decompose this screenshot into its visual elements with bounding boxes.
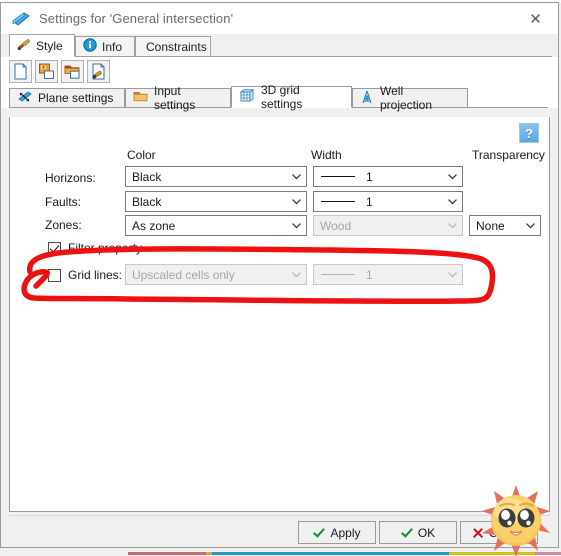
- grid-lines-mode-combo: Upscaled cells only: [125, 264, 307, 285]
- folder-icon: [133, 90, 148, 106]
- grid-cube-icon: [239, 88, 255, 106]
- horizons-width-combo[interactable]: 1: [313, 166, 463, 187]
- grid-lines-label: Grid lines:: [68, 268, 123, 282]
- tab-well-projection-label: Well projection: [380, 84, 433, 112]
- tab-3d-grid-settings[interactable]: 3D grid settings: [231, 83, 352, 111]
- grid-lines-mode-value: Upscaled cells only: [132, 267, 235, 282]
- screenshot-root: Settings for 'General intersection' ✕ St…: [0, 0, 561, 556]
- chevron-down-icon: [287, 216, 306, 235]
- tab-input-settings-label: Input settings: [154, 84, 196, 112]
- tab-constraints-label: Constraints: [146, 39, 207, 54]
- close-icon[interactable]: ✕: [513, 3, 558, 34]
- tab-plane-settings-label: Plane settings: [38, 91, 114, 105]
- plane-arrow-icon: [17, 90, 32, 107]
- check-icon: [401, 527, 412, 538]
- zones-width-value: Wood: [320, 218, 352, 233]
- info-icon: [83, 38, 97, 55]
- tab-3d-grid-settings-label: 3D grid settings: [261, 83, 303, 111]
- tab-well-projection[interactable]: Well projection: [352, 84, 468, 112]
- row-label-zones: Zones:: [45, 218, 82, 232]
- column-header-color: Color: [127, 148, 156, 162]
- help-button[interactable]: ?: [519, 123, 539, 143]
- apply-button-label: Apply: [330, 525, 361, 540]
- faults-color-combo[interactable]: Black: [125, 191, 307, 212]
- settings-dialog-window: Settings for 'General intersection' ✕ St…: [0, 2, 559, 548]
- row-label-faults: Faults:: [45, 195, 82, 209]
- grid-lines-checkbox-row[interactable]: Grid lines:: [48, 268, 122, 282]
- strip-segment: [449, 552, 535, 555]
- faults-width-value: 1: [366, 194, 373, 209]
- zones-transparency-value: None: [476, 218, 505, 233]
- plane-icon: [11, 9, 31, 29]
- zones-color-combo[interactable]: As zone: [125, 215, 307, 236]
- toolbar: [1, 57, 558, 86]
- derrick-icon: [360, 90, 374, 107]
- apply-button[interactable]: Apply: [298, 521, 376, 544]
- tab-style[interactable]: Style: [9, 34, 75, 57]
- filter-property-label: Filter property: [68, 241, 143, 255]
- chevron-down-icon: [287, 265, 306, 284]
- row-label-horizons: Horizons:: [45, 171, 96, 185]
- footer-divider: [9, 515, 550, 516]
- check-icon: [313, 527, 324, 538]
- line-width-preview: [321, 176, 355, 177]
- tab-info-label: Info: [102, 39, 123, 54]
- save-as-button[interactable]: [35, 60, 58, 83]
- grid-lines-width-value: 1: [366, 267, 373, 282]
- brush-icon: [17, 37, 31, 54]
- save-as-icon: [39, 63, 54, 79]
- chevron-down-icon: [287, 192, 306, 211]
- faults-width-combo[interactable]: 1: [313, 191, 463, 212]
- new-document-button[interactable]: [9, 60, 32, 83]
- zones-width-combo: Wood: [313, 215, 463, 236]
- zones-color-value: As zone: [132, 218, 176, 233]
- horizons-width-value: 1: [366, 169, 373, 184]
- line-width-preview: [321, 201, 355, 202]
- horizons-color-combo[interactable]: Black: [125, 166, 307, 187]
- paint-brush-document-icon: [92, 63, 105, 80]
- chevron-down-icon: [443, 216, 462, 235]
- inner-tab-strip: Plane settings Input settings 3D grid se…: [1, 83, 558, 112]
- open-folder-button[interactable]: [61, 60, 84, 83]
- background-bottom-strip: [0, 548, 561, 556]
- line-width-preview: [321, 274, 355, 275]
- tab-plane-settings[interactable]: Plane settings: [9, 88, 125, 108]
- ok-button[interactable]: OK: [379, 521, 457, 544]
- zones-transparency-combo[interactable]: None: [469, 215, 541, 236]
- cancel-button[interactable]: Cancel: [460, 521, 538, 544]
- filter-property-checkbox[interactable]: [48, 241, 61, 255]
- edit-style-button[interactable]: [87, 60, 110, 83]
- open-folder-icon: [64, 65, 80, 79]
- tab-info[interactable]: Info: [75, 36, 135, 57]
- 3d-grid-settings-panel: ? Color Width Transparency Horizons: Bla…: [9, 117, 550, 512]
- chevron-down-icon: [287, 167, 306, 186]
- tab-input-settings[interactable]: Input settings: [125, 84, 231, 112]
- grid-lines-checkbox[interactable]: [48, 268, 61, 282]
- ok-button-label: OK: [417, 525, 436, 540]
- strip-segment: [535, 552, 561, 555]
- x-icon: [472, 527, 483, 538]
- chevron-down-icon: [443, 167, 462, 186]
- cancel-button-label: Cancel: [488, 525, 527, 540]
- chevron-down-icon: [443, 192, 462, 211]
- window-title: Settings for 'General intersection': [39, 11, 234, 26]
- strip-segment: [212, 552, 449, 555]
- filter-property-checkbox-row[interactable]: Filter property: [48, 241, 142, 255]
- strip-segment: [128, 552, 206, 555]
- tab-style-label: Style: [36, 38, 63, 53]
- horizons-color-value: Black: [132, 169, 162, 184]
- column-header-width: Width: [311, 148, 342, 162]
- outer-tab-strip: Style Info Constraints: [1, 34, 558, 57]
- faults-color-value: Black: [132, 194, 162, 209]
- new-document-icon: [14, 63, 27, 80]
- grid-lines-width-combo: 1: [313, 264, 463, 285]
- tab-constraints[interactable]: Constraints: [135, 36, 211, 57]
- chevron-down-icon: [521, 216, 540, 235]
- chevron-down-icon: [443, 265, 462, 284]
- column-header-transparency: Transparency: [472, 148, 545, 162]
- title-bar: Settings for 'General intersection' ✕: [1, 3, 558, 34]
